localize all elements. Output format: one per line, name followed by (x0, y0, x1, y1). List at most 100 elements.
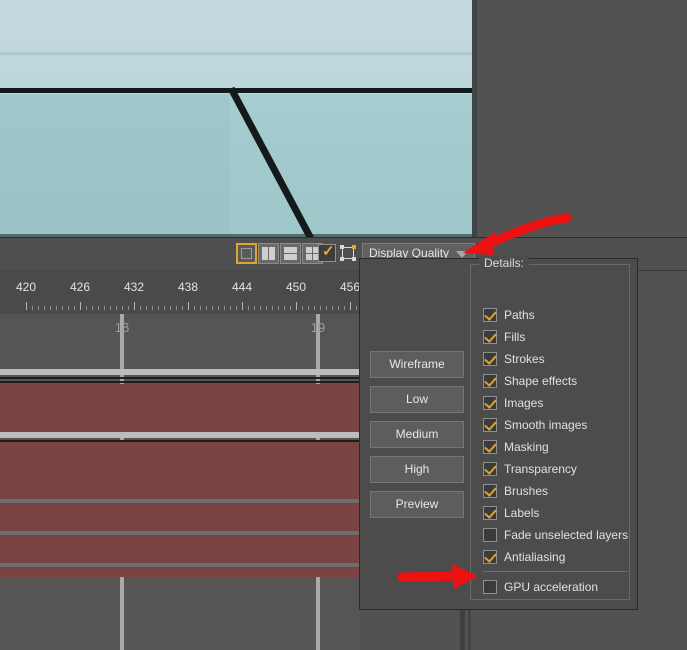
ruler-major-tick (26, 302, 27, 310)
checkbox-antialiasing[interactable] (483, 550, 497, 564)
ruler-minor-tick (194, 306, 195, 310)
preset-button-medium[interactable]: Medium (370, 421, 464, 448)
ruler-minor-tick (32, 306, 33, 310)
checkbox-shape-effects[interactable] (483, 374, 497, 388)
ruler-tick-label: 456 (339, 280, 360, 294)
ruler-minor-tick (122, 306, 123, 310)
ruler-minor-tick (158, 306, 159, 310)
ruler-minor-tick (338, 306, 339, 310)
frame-marker-label: 19 (310, 320, 326, 335)
checkbox-images[interactable] (483, 396, 497, 410)
ruler-minor-tick (128, 306, 129, 310)
checkbox-strokes[interactable] (483, 352, 497, 366)
option-row-images[interactable]: Images (483, 392, 629, 414)
checkbox-smooth-images[interactable] (483, 418, 497, 432)
ruler-minor-tick (266, 306, 267, 310)
ruler-tick-label: 450 (285, 280, 307, 294)
track-row[interactable] (0, 384, 360, 432)
view-layout-single-pane-button[interactable] (236, 243, 257, 264)
option-label-paths: Paths (504, 308, 535, 322)
option-label-fade-unselected-layers: Fade unselected layers (504, 528, 629, 542)
ruler-minor-tick (104, 306, 105, 310)
option-label-labels: Labels (504, 506, 540, 520)
ruler-minor-tick (86, 306, 87, 310)
ruler-minor-tick (68, 306, 69, 310)
sky-band (0, 52, 477, 55)
ruler-tick-label: 426 (69, 280, 91, 294)
ruler-minor-tick (272, 306, 273, 310)
ruler-minor-tick (224, 306, 225, 310)
checkbox-labels[interactable] (483, 506, 497, 520)
track-row[interactable] (0, 567, 360, 577)
preset-button-wireframe[interactable]: Wireframe (370, 351, 464, 378)
option-row-shape-effects[interactable]: Shape effects (483, 370, 629, 392)
bounding-box-icon[interactable] (339, 244, 357, 262)
track-row[interactable] (0, 535, 360, 563)
preset-button-low[interactable]: Low (370, 386, 464, 413)
option-row-gpu-acceleration[interactable]: GPU acceleration (483, 576, 629, 598)
view-layout-buttons (236, 243, 324, 264)
track-row[interactable] (0, 442, 360, 499)
checkbox-fade-unselected-layers[interactable] (483, 528, 497, 542)
viewport-right-edge (472, 0, 477, 237)
option-row-fade-unselected-layers[interactable]: Fade unselected layers (483, 524, 629, 546)
option-label-gpu-acceleration: GPU acceleration (504, 580, 599, 594)
preset-button-high[interactable]: High (370, 456, 464, 483)
option-row-antialiasing[interactable]: Antialiasing (483, 546, 629, 568)
ruler-minor-tick (290, 306, 291, 310)
option-row-transparency[interactable]: Transparency (483, 458, 629, 480)
ruler-minor-tick (254, 306, 255, 310)
checkbox-paths[interactable] (483, 308, 497, 322)
ruler-minor-tick (212, 306, 213, 310)
track-separator (0, 432, 360, 438)
option-row-labels[interactable]: Labels (483, 502, 629, 524)
option-row-paths[interactable]: Paths (483, 304, 629, 326)
option-label-transparency: Transparency (504, 462, 577, 476)
option-row-brushes[interactable]: Brushes (483, 480, 629, 502)
track-separator (0, 381, 360, 383)
view-layout-two-row-button[interactable] (280, 243, 301, 264)
ruler-tick-label: 438 (177, 280, 199, 294)
ruler-minor-tick (248, 306, 249, 310)
ruler-minor-tick (332, 306, 333, 310)
ruler-minor-tick (314, 306, 315, 310)
details-group-label: Details: (479, 256, 530, 270)
ruler-minor-tick (260, 306, 261, 310)
timeline-tracks[interactable]: 18 19 (0, 314, 360, 650)
detail-options-list: Paths Fills Strokes Shape effects Images Smoo… (483, 304, 629, 598)
ruler-minor-tick (356, 306, 357, 310)
ruler-minor-tick (206, 306, 207, 310)
option-label-antialiasing: Antialiasing (504, 550, 566, 564)
ruler-minor-tick (92, 306, 93, 310)
ruler-minor-tick (116, 306, 117, 310)
track-row[interactable] (0, 503, 360, 531)
ruler-major-tick (80, 302, 81, 310)
option-label-fills: Fills (504, 330, 526, 344)
option-row-fills[interactable]: Fills (483, 326, 629, 348)
checkbox-masking[interactable] (483, 440, 497, 454)
ruler-tick-label: 444 (231, 280, 253, 294)
timeline-ruler[interactable]: 4204264324384444504564 (0, 270, 360, 315)
option-row-smooth-images[interactable]: Smooth images (483, 414, 629, 436)
ruler-minor-tick (170, 306, 171, 310)
ruler-minor-tick (50, 306, 51, 310)
checkbox-transparency[interactable] (483, 462, 497, 476)
ruler-major-tick (188, 302, 189, 310)
ruler-major-tick (296, 302, 297, 310)
option-row-masking[interactable]: Masking (483, 436, 629, 458)
checkbox-gpu-acceleration[interactable] (483, 580, 497, 594)
ruler-minor-tick (200, 306, 201, 310)
ruler-minor-tick (308, 306, 309, 310)
frame-marker-label: 18 (114, 320, 130, 335)
sky-region (0, 0, 477, 90)
toolbar-checkbox-toggle[interactable]: ✓ (318, 244, 336, 262)
ruler-minor-tick (182, 306, 183, 310)
checkbox-brushes[interactable] (483, 484, 497, 498)
preset-button-preview[interactable]: Preview (370, 491, 464, 518)
option-row-strokes[interactable]: Strokes (483, 348, 629, 370)
canvas-viewport[interactable] (0, 0, 477, 237)
checkbox-fills[interactable] (483, 330, 497, 344)
horizon-line (0, 88, 477, 93)
ruler-minor-tick (278, 306, 279, 310)
view-layout-two-column-button[interactable] (258, 243, 279, 264)
